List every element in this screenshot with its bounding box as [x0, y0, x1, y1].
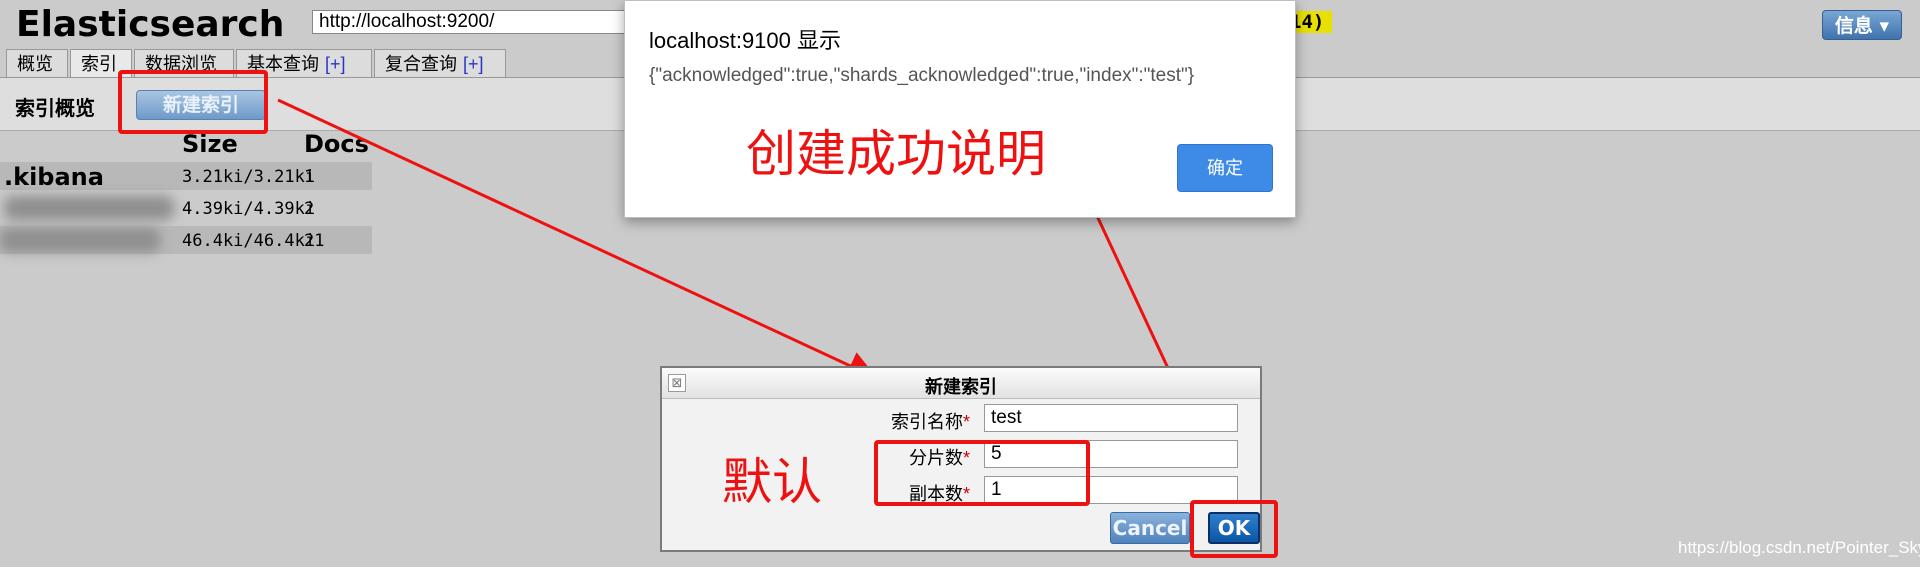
- field-label-index-name: 索引名称*: [890, 412, 970, 432]
- close-icon[interactable]: ⊠: [668, 374, 686, 392]
- alert-confirm-button[interactable]: 确定: [1177, 144, 1273, 192]
- alert-title: localhost:9100 显示: [649, 28, 841, 53]
- dialog-title: 新建索引: [925, 377, 997, 398]
- watermark: https://blog.csdn.net/Pointer_Sky: [1678, 538, 1920, 557]
- highlight-new-index-button: [118, 70, 268, 134]
- annotation-default-note: 默认: [722, 453, 822, 511]
- cancel-button[interactable]: Cancel: [1110, 512, 1190, 544]
- highlight-defaults: [874, 440, 1090, 506]
- highlight-ok-button: [1190, 500, 1278, 558]
- alert-message: {"acknowledged":true,"shards_acknowledge…: [649, 65, 1195, 86]
- index-name-input[interactable]: test: [984, 404, 1238, 432]
- annotation-success-note: 创建成功说明: [746, 125, 1046, 183]
